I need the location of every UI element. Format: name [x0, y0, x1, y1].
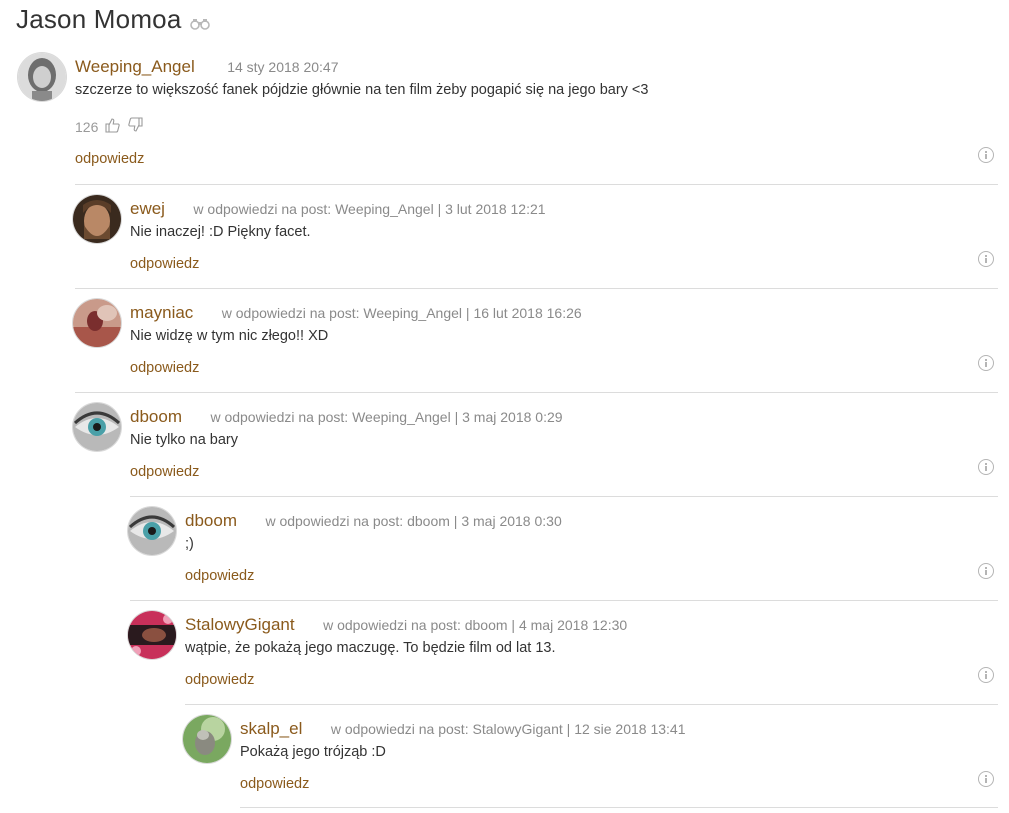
comment: ewej w odpowiedzi na post: Weeping_Angel… — [73, 195, 998, 289]
thumbs-up-icon[interactable] — [104, 117, 121, 136]
comment-date: 12 sie 2018 13:41 — [574, 721, 686, 737]
info-icon[interactable] — [978, 563, 994, 579]
author-link[interactable]: skalp_el — [240, 719, 302, 738]
comment-date: 3 lut 2018 12:21 — [445, 201, 546, 217]
reply-to-author[interactable]: Weeping_Angel — [363, 305, 462, 321]
comment-text: ;) — [185, 536, 194, 552]
avatar[interactable] — [128, 507, 176, 555]
comment-date: 14 sty 2018 20:47 — [227, 59, 339, 75]
comment-text: Nie widzę w tym nic złego!! XD — [130, 328, 329, 344]
info-icon[interactable] — [978, 667, 994, 683]
comment-date: 16 lut 2018 16:26 — [473, 305, 582, 321]
divider — [75, 288, 998, 289]
comment-text: Nie inaczej! :D Piękny facet. — [130, 224, 311, 240]
comment-meta: w odpowiedzi na post: dboom | 3 maj 2018… — [265, 513, 562, 529]
thumbs-down-icon[interactable] — [128, 117, 144, 136]
comment-header: dboom w odpowiedzi na post: Weeping_Ange… — [130, 407, 563, 427]
reply-to-author[interactable]: dboom — [465, 617, 508, 633]
info-icon[interactable] — [978, 251, 994, 267]
info-icon[interactable] — [978, 147, 994, 163]
avatar[interactable] — [73, 195, 121, 243]
reply-prefix: w odpowiedzi na post: — [330, 721, 469, 737]
reply-prefix: w odpowiedzi na post: — [221, 305, 360, 321]
info-icon[interactable] — [978, 355, 994, 371]
comment-meta: w odpowiedzi na post: Weeping_Angel | 3 … — [193, 201, 546, 217]
info-icon[interactable] — [978, 459, 994, 475]
reply-to-author[interactable]: Weeping_Angel — [335, 201, 434, 217]
comment-date: 3 maj 2018 0:30 — [461, 513, 562, 529]
divider — [130, 496, 998, 497]
reply-to-author[interactable]: dboom — [407, 513, 450, 529]
comment-text: wątpie, że pokażą jego maczugę. To będzi… — [185, 640, 556, 656]
rating: 126 — [75, 117, 144, 136]
comment-header: ewej w odpowiedzi na post: Weeping_Angel… — [130, 199, 546, 219]
author-link[interactable]: ewej — [130, 199, 165, 218]
comment-text: szczerze to większość fanek pójdzie głów… — [75, 82, 649, 98]
comment-header: dboom w odpowiedzi na post: dboom | 3 ma… — [185, 511, 562, 531]
avatar[interactable] — [128, 611, 176, 659]
reply-to-author[interactable]: Weeping_Angel — [352, 409, 451, 425]
avatar[interactable] — [73, 403, 121, 451]
author-link[interactable]: dboom — [130, 407, 182, 426]
info-icon[interactable] — [978, 771, 994, 787]
author-link[interactable]: dboom — [185, 511, 237, 530]
comment: StalowyGigant w odpowiedzi na post: dboo… — [128, 611, 998, 705]
avatar[interactable] — [183, 715, 231, 763]
avatar[interactable] — [18, 53, 66, 101]
reply-to-author[interactable]: StalowyGigant — [472, 721, 562, 737]
divider — [240, 807, 998, 808]
like-count: 126 — [75, 118, 99, 135]
comment: dboom w odpowiedzi na post: Weeping_Ange… — [73, 403, 998, 497]
comment-date: 4 maj 2018 12:30 — [518, 617, 628, 633]
reply-button[interactable]: odpowiedz — [240, 776, 309, 792]
comment: mayniac w odpowiedzi na post: Weeping_An… — [73, 299, 998, 393]
reply-prefix: w odpowiedzi na post: — [193, 201, 332, 217]
binoculars-icon[interactable] — [189, 6, 210, 37]
comment-text: Nie tylko na bary — [130, 432, 238, 448]
reply-prefix: w odpowiedzi na post: — [210, 409, 349, 425]
comment: skalp_el w odpowiedzi na post: StalowyGi… — [183, 715, 998, 809]
reply-button[interactable]: odpowiedz — [185, 672, 254, 688]
divider — [130, 600, 998, 601]
reply-button[interactable]: odpowiedz — [75, 151, 144, 167]
comment-header: StalowyGigant w odpowiedzi na post: dboo… — [185, 615, 627, 635]
comment: Weeping_Angel 14 sty 2018 20:47 szczerze… — [18, 53, 998, 185]
page-title-text: Jason Momoa — [16, 4, 182, 34]
reply-button[interactable]: odpowiedz — [185, 568, 254, 584]
comment: dboom w odpowiedzi na post: dboom | 3 ma… — [128, 507, 998, 601]
comment-text: Pokażą jego trójząb :D — [240, 744, 386, 760]
reply-prefix: w odpowiedzi na post: — [265, 513, 404, 529]
divider — [75, 392, 998, 393]
reply-button[interactable]: odpowiedz — [130, 360, 199, 376]
author-link[interactable]: mayniac — [130, 303, 193, 322]
comment-header: Weeping_Angel 14 sty 2018 20:47 — [75, 57, 339, 77]
comment-meta: w odpowiedzi na post: Weeping_Angel | 3 … — [210, 409, 563, 425]
comment-meta: w odpowiedzi na post: Weeping_Angel | 16… — [221, 305, 582, 321]
reply-button[interactable]: odpowiedz — [130, 256, 199, 272]
author-link[interactable]: Weeping_Angel — [75, 57, 195, 76]
author-link[interactable]: StalowyGigant — [185, 615, 295, 634]
avatar[interactable] — [73, 299, 121, 347]
reply-prefix: w odpowiedzi na post: — [323, 617, 461, 633]
reply-button[interactable]: odpowiedz — [130, 464, 199, 480]
divider — [75, 184, 998, 185]
comment-meta: w odpowiedzi na post: StalowyGigant | 12… — [330, 721, 686, 737]
page-title: Jason Momoa — [16, 2, 210, 37]
comment-date: 3 maj 2018 0:29 — [462, 409, 563, 425]
comment-header: skalp_el w odpowiedzi na post: StalowyGi… — [240, 719, 686, 739]
comment-header: mayniac w odpowiedzi na post: Weeping_An… — [130, 303, 582, 323]
divider — [185, 704, 998, 705]
comment-meta: w odpowiedzi na post: dboom | 4 maj 2018… — [323, 617, 628, 633]
